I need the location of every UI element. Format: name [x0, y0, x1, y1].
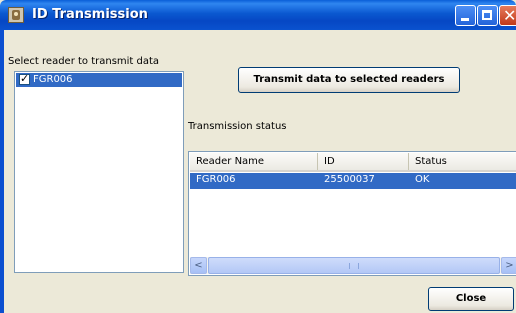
- title-bar[interactable]: ID Transmission ✕: [0, 0, 516, 30]
- column-header-reader-name[interactable]: Reader Name: [190, 153, 318, 170]
- scrollbar-thumb[interactable]: [208, 257, 500, 274]
- reader-list-item[interactable]: FGR006: [16, 72, 182, 87]
- app-icon: [8, 7, 24, 23]
- table-header: Reader Name ID Status: [190, 153, 516, 172]
- column-header-id[interactable]: ID: [318, 153, 409, 170]
- cell-reader-name: FGR006: [196, 174, 236, 185]
- window-frame-left: [0, 30, 4, 313]
- close-button[interactable]: Close: [428, 287, 514, 311]
- cell-status: OK: [415, 174, 430, 185]
- column-header-status[interactable]: Status: [409, 153, 516, 170]
- select-reader-label: Select reader to transmit data: [8, 56, 160, 67]
- minimize-icon: [461, 18, 469, 21]
- grip-icon: [349, 263, 359, 269]
- minimize-button[interactable]: [455, 5, 476, 26]
- cell-id: 25500037: [324, 174, 375, 185]
- id-transmission-window: ID Transmission ✕ Select reader to trans…: [0, 0, 516, 313]
- close-window-button[interactable]: ✕: [499, 5, 516, 26]
- scroll-right-button[interactable]: >: [501, 257, 516, 274]
- reader-checkbox[interactable]: [19, 72, 30, 85]
- maximize-button[interactable]: [477, 5, 498, 26]
- maximize-icon: [482, 10, 492, 20]
- transmission-status-table[interactable]: Reader Name ID Status FGR006 25500037 OK…: [188, 151, 516, 276]
- table-row[interactable]: FGR006 25500037 OK: [190, 173, 516, 189]
- scroll-left-button[interactable]: <: [190, 257, 207, 274]
- reader-list[interactable]: FGR006: [14, 71, 184, 273]
- transmit-data-button[interactable]: Transmit data to selected readers: [238, 67, 460, 93]
- window-title: ID Transmission: [32, 7, 148, 22]
- transmission-status-label: Transmission status: [188, 121, 287, 132]
- horizontal-scrollbar[interactable]: < >: [190, 257, 516, 274]
- close-icon: ✕: [503, 6, 516, 25]
- reader-name: FGR006: [33, 74, 73, 85]
